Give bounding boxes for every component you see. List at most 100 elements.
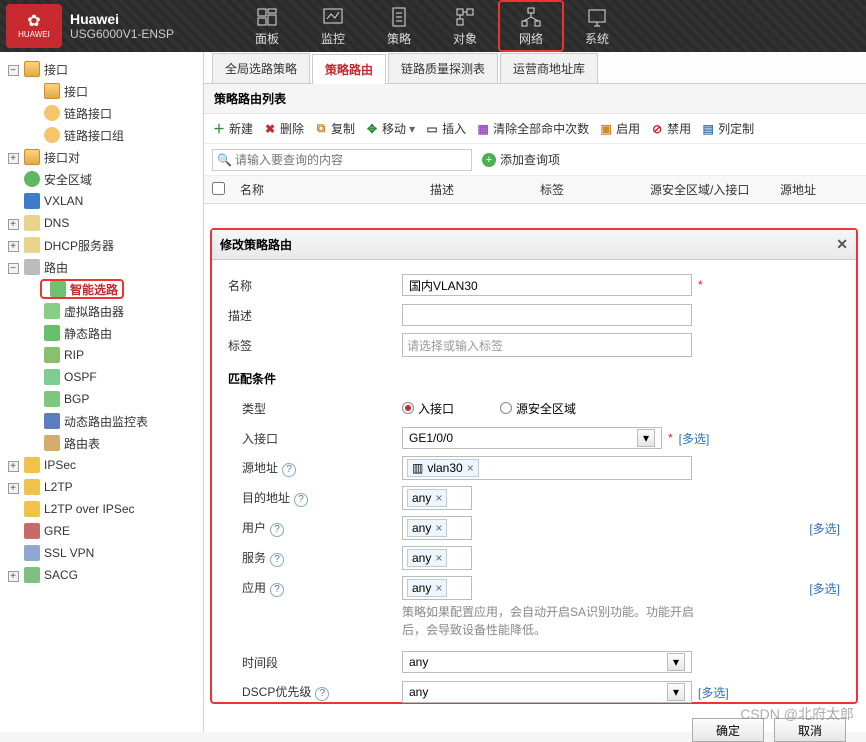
tree-virtual-router[interactable]: 虚拟路由器: [0, 300, 203, 322]
help-icon[interactable]: ?: [282, 463, 296, 477]
service-box[interactable]: any×: [402, 546, 472, 570]
help-icon[interactable]: ?: [294, 493, 308, 507]
nav-tree[interactable]: −接口 接口 链路接口 链路接口组 +接口对 安全区域 VXLAN +DNS +…: [0, 52, 204, 732]
help-icon[interactable]: ?: [270, 523, 284, 537]
col-tag[interactable]: 标签: [532, 181, 642, 198]
tool-new[interactable]: ＋新建: [212, 120, 253, 137]
tree-smart-route[interactable]: 智能选路: [0, 278, 203, 300]
dialog-titlebar[interactable]: 修改策略路由 ✕: [212, 230, 856, 260]
app-hint: 策略如果配置应用，会自动开启SA识别功能。功能开启后，会导致设备性能降低。: [402, 603, 702, 639]
tab-object[interactable]: 对象: [432, 0, 498, 52]
more-dscp[interactable]: [多选]: [698, 684, 729, 701]
plus-icon: ＋: [212, 122, 226, 136]
ctab-isp-db[interactable]: 运营商地址库: [500, 53, 598, 83]
tree-link-interface-group[interactable]: 链路接口组: [0, 124, 203, 146]
chevron-down-icon: ▾: [637, 429, 655, 447]
tool-copy[interactable]: ⧉复制: [314, 120, 355, 137]
chip-any-user[interactable]: any×: [407, 519, 447, 537]
tree-l2tp-over-ipsec[interactable]: L2TP over IPSec: [0, 498, 203, 520]
tool-columns[interactable]: ▤列定制: [701, 120, 754, 137]
radio-src-zone[interactable]: 源安全区域: [500, 400, 576, 417]
dyn-route-icon: [44, 413, 60, 429]
tree-vxlan[interactable]: VXLAN: [0, 190, 203, 212]
tree-security-zone[interactable]: 安全区域: [0, 168, 203, 190]
brand-text: Huawei USG6000V1-ENSP: [70, 11, 174, 41]
tree-l2tp[interactable]: +L2TP: [0, 476, 203, 498]
tab-policy[interactable]: 策略: [366, 0, 432, 52]
chip-any-app[interactable]: any×: [407, 579, 447, 597]
tree-bgp[interactable]: BGP: [0, 388, 203, 410]
tab-dashboard[interactable]: 面板: [234, 0, 300, 52]
tool-disable[interactable]: ⊘禁用: [650, 120, 691, 137]
match-section-title: 匹配条件: [228, 370, 840, 387]
tree-ipsec[interactable]: +IPSec: [0, 454, 203, 476]
tree-static-route[interactable]: 静态路由: [0, 322, 203, 344]
tree-rip[interactable]: RIP: [0, 344, 203, 366]
tree-route[interactable]: −路由: [0, 256, 203, 278]
bgp-icon: [44, 391, 60, 407]
tab-network[interactable]: 网络: [498, 0, 564, 52]
ctab-policy-route[interactable]: 策略路由: [312, 54, 386, 84]
more-in-interface[interactable]: [多选]: [679, 430, 710, 447]
tree-link-interface[interactable]: 链路接口: [0, 102, 203, 124]
tree-sslvpn[interactable]: SSL VPN: [0, 542, 203, 564]
col-name[interactable]: 名称: [232, 181, 422, 198]
time-select[interactable]: any▾: [402, 651, 692, 673]
search-input[interactable]: [212, 149, 472, 171]
select-all-checkbox[interactable]: [212, 182, 225, 195]
radio-in-interface[interactable]: 入接口: [402, 400, 454, 417]
policy-icon: [388, 6, 410, 28]
tree-interface-pair[interactable]: +接口对: [0, 146, 203, 168]
panel-title: 策略路由列表: [204, 84, 866, 114]
chip-any-service[interactable]: any×: [407, 549, 447, 567]
tab-monitor[interactable]: 监控: [300, 0, 366, 52]
chip-remove-icon[interactable]: ×: [435, 581, 442, 595]
tree-sacg[interactable]: +SACG: [0, 564, 203, 586]
add-query-button[interactable]: +添加查询项: [482, 151, 560, 168]
tree-dynamic-route-table[interactable]: 动态路由监控表: [0, 410, 203, 432]
more-user[interactable]: [多选]: [809, 520, 840, 537]
col-desc[interactable]: 描述: [422, 181, 532, 198]
close-icon[interactable]: ✕: [836, 236, 848, 253]
help-icon[interactable]: ?: [270, 553, 284, 567]
huawei-logo: ✿ HUAWEI: [6, 4, 62, 48]
tree-interface-sub[interactable]: 接口: [0, 80, 203, 102]
ctab-link-quality[interactable]: 链路质量探测表: [388, 53, 498, 83]
tree-ospf[interactable]: OSPF: [0, 366, 203, 388]
chip-vlan30[interactable]: ▥vlan30×: [407, 459, 479, 477]
tool-delete[interactable]: ✖删除: [263, 120, 304, 137]
tool-insert[interactable]: ▭插入: [425, 120, 466, 137]
tab-system[interactable]: 系统: [564, 0, 630, 52]
tool-move[interactable]: ✥移动▾: [365, 120, 415, 137]
more-app[interactable]: [多选]: [809, 580, 840, 597]
dscp-select[interactable]: any▾: [402, 681, 692, 703]
chip-remove-icon[interactable]: ×: [467, 461, 474, 475]
tool-enable[interactable]: ▣启用: [599, 120, 640, 137]
dst-addr-box[interactable]: any×: [402, 486, 472, 510]
tag-input[interactable]: 请选择或输入标签: [402, 333, 692, 357]
tree-dns[interactable]: +DNS: [0, 212, 203, 234]
help-icon[interactable]: ?: [270, 583, 284, 597]
shield-icon: [24, 171, 40, 187]
label-desc: 描述: [228, 307, 402, 324]
help-icon[interactable]: ?: [315, 687, 329, 701]
tree-dhcp[interactable]: +DHCP服务器: [0, 234, 203, 256]
chip-remove-icon[interactable]: ×: [435, 521, 442, 535]
col-src[interactable]: 源安全区域/入接口: [642, 181, 772, 198]
desc-input[interactable]: [402, 304, 692, 326]
in-interface-select[interactable]: GE1/0/0▾: [402, 427, 662, 449]
tree-gre[interactable]: GRE: [0, 520, 203, 542]
tool-clear[interactable]: ▦清除全部命中次数: [476, 120, 589, 137]
toolbar: ＋新建 ✖删除 ⧉复制 ✥移动▾ ▭插入 ▦清除全部命中次数 ▣启用 ⊘禁用 ▤…: [204, 114, 866, 144]
tree-route-table[interactable]: 路由表: [0, 432, 203, 454]
name-input[interactable]: [402, 274, 692, 296]
chip-remove-icon[interactable]: ×: [435, 551, 442, 565]
user-box[interactable]: any×: [402, 516, 472, 540]
col-src-addr[interactable]: 源地址: [772, 181, 824, 198]
app-box[interactable]: any×: [402, 576, 472, 600]
ctab-global[interactable]: 全局选路策略: [212, 53, 310, 83]
chip-remove-icon[interactable]: ×: [435, 491, 442, 505]
tree-interface[interactable]: −接口: [0, 58, 203, 80]
chip-any-dst[interactable]: any×: [407, 489, 447, 507]
src-addr-box[interactable]: ▥vlan30×: [402, 456, 692, 480]
